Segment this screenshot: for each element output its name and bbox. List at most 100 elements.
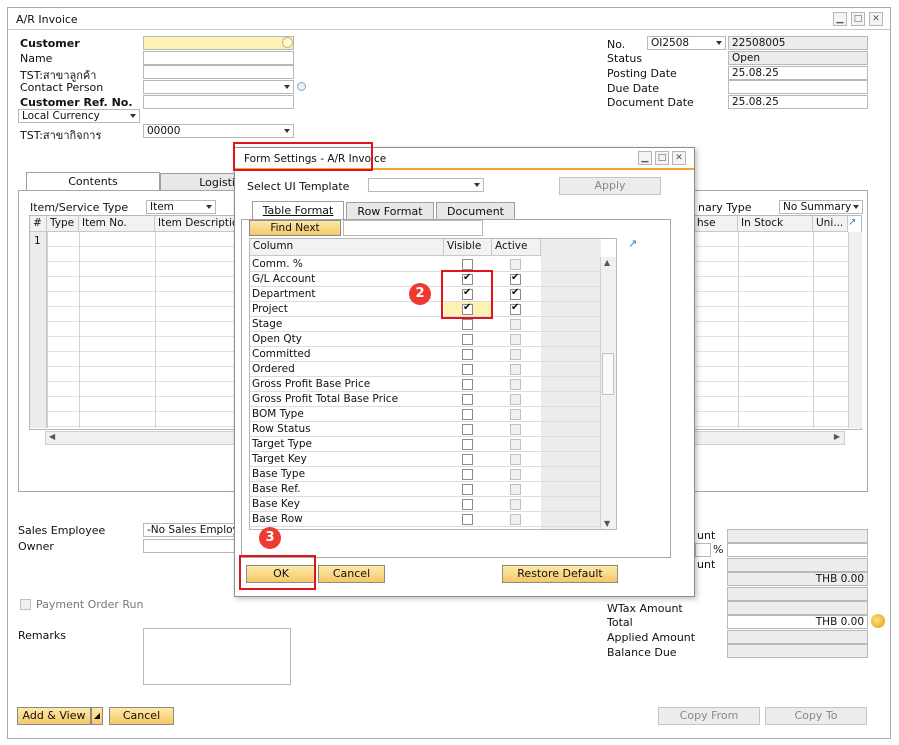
- copy-to-button[interactable]: Copy To: [765, 707, 867, 725]
- choose-from-list-icon[interactable]: [282, 37, 293, 48]
- dialog-minimize-icon[interactable]: ▁: [638, 151, 652, 165]
- column-header-item-description[interactable]: Item Description: [155, 216, 235, 232]
- tab-logistics[interactable]: Logisti: [160, 173, 240, 191]
- active-checkbox[interactable]: [510, 394, 521, 405]
- visible-checkbox[interactable]: [462, 349, 473, 360]
- tab-contents[interactable]: Contents: [26, 172, 160, 191]
- copy-from-button[interactable]: Copy From: [658, 707, 760, 725]
- settings-row[interactable]: Base Type: [250, 467, 614, 482]
- settings-row[interactable]: BOM Type: [250, 407, 614, 422]
- active-checkbox[interactable]: [510, 334, 521, 345]
- active-checkbox[interactable]: [510, 439, 521, 450]
- maximize-icon[interactable]: □: [851, 12, 865, 26]
- series-dropdown[interactable]: OI2508: [647, 36, 726, 50]
- settings-row[interactable]: Gross Profit Base Price: [250, 377, 614, 392]
- owner-field[interactable]: [143, 539, 243, 553]
- visible-checkbox[interactable]: [462, 454, 473, 465]
- column-header-number[interactable]: #: [30, 216, 47, 232]
- column-header-uom[interactable]: Uni...: [813, 216, 848, 232]
- settings-row[interactable]: Stage: [250, 317, 614, 332]
- customer-field[interactable]: [143, 36, 294, 50]
- minimize-icon[interactable]: ▁: [833, 12, 847, 26]
- scroll-left-icon[interactable]: ◀: [49, 432, 55, 441]
- discount-percent-field[interactable]: [695, 543, 711, 557]
- scroll-down-icon[interactable]: ▼: [604, 519, 610, 528]
- active-checkbox[interactable]: [510, 259, 521, 270]
- restore-default-button[interactable]: Restore Default: [502, 565, 618, 583]
- close-icon[interactable]: ✕: [869, 12, 883, 26]
- settings-row[interactable]: Ordered: [250, 362, 614, 377]
- visible-checkbox[interactable]: [462, 484, 473, 495]
- visible-checkbox[interactable]: [462, 364, 473, 375]
- expand-arrow-icon[interactable]: ↗: [848, 217, 856, 228]
- settings-row[interactable]: Row Status: [250, 422, 614, 437]
- settings-row[interactable]: Open Qty: [250, 332, 614, 347]
- table-row[interactable]: 1: [34, 235, 41, 247]
- settings-row[interactable]: Target Type: [250, 437, 614, 452]
- name-field[interactable]: [143, 51, 294, 65]
- active-checkbox[interactable]: [510, 454, 521, 465]
- active-checkbox[interactable]: [510, 379, 521, 390]
- active-checkbox[interactable]: [510, 514, 521, 525]
- visible-checkbox[interactable]: [462, 409, 473, 420]
- settings-row[interactable]: Base Ref.: [250, 482, 614, 497]
- settings-row[interactable]: Comm. %: [250, 257, 614, 272]
- tab-document[interactable]: Document: [436, 202, 515, 220]
- column-header-type[interactable]: Type: [47, 216, 79, 232]
- item-service-type-dropdown[interactable]: Item: [146, 200, 216, 214]
- settings-row[interactable]: Committed: [250, 347, 614, 362]
- visible-checkbox[interactable]: [462, 469, 473, 480]
- apply-button[interactable]: Apply: [559, 177, 661, 195]
- info-icon[interactable]: [297, 82, 306, 91]
- visible-checkbox[interactable]: [462, 259, 473, 270]
- tab-row-format[interactable]: Row Format: [346, 202, 434, 220]
- active-checkbox[interactable]: [510, 364, 521, 375]
- dialog-close-icon[interactable]: ✕: [672, 151, 686, 165]
- settings-scrollbar[interactable]: ▲ ▼: [600, 257, 616, 529]
- scrollbar-thumb[interactable]: [602, 353, 614, 395]
- scroll-up-icon[interactable]: ▲: [604, 258, 610, 267]
- currency-dropdown[interactable]: Local Currency: [18, 109, 140, 123]
- active-checkbox[interactable]: [510, 484, 521, 495]
- discount-amount-field[interactable]: [727, 543, 868, 557]
- active-checkbox[interactable]: [510, 469, 521, 480]
- tab-table-format[interactable]: Table Format: [252, 201, 344, 220]
- visible-checkbox[interactable]: [462, 424, 473, 435]
- active-checkbox[interactable]: [510, 424, 521, 435]
- visible-checkbox[interactable]: [462, 394, 473, 405]
- tst-customer-branch-field[interactable]: [143, 65, 294, 79]
- vertical-scrollbar[interactable]: [848, 232, 862, 428]
- find-field[interactable]: [343, 220, 483, 236]
- active-checkbox[interactable]: [510, 287, 521, 300]
- cancel-button[interactable]: Cancel: [109, 707, 174, 725]
- document-date-field[interactable]: 25.08.25: [728, 95, 868, 109]
- dialog-maximize-icon[interactable]: □: [655, 151, 669, 165]
- settings-row[interactable]: G/L Account: [250, 272, 614, 287]
- column-header-whse[interactable]: hse: [694, 216, 738, 232]
- settings-row[interactable]: Department: [250, 287, 614, 302]
- remarks-textarea[interactable]: [143, 628, 291, 685]
- visible-checkbox[interactable]: [462, 499, 473, 510]
- find-next-button[interactable]: Find Next: [249, 220, 341, 236]
- visible-checkbox[interactable]: [462, 334, 473, 345]
- column-header-in-stock[interactable]: In Stock: [738, 216, 813, 232]
- scroll-right-icon[interactable]: ▶: [834, 432, 840, 441]
- due-date-field[interactable]: [728, 80, 868, 94]
- column-header-item-no[interactable]: Item No.: [79, 216, 155, 232]
- active-checkbox[interactable]: [510, 499, 521, 510]
- active-checkbox[interactable]: [510, 409, 521, 420]
- ui-template-dropdown[interactable]: [368, 178, 484, 192]
- contact-person-dropdown[interactable]: [143, 80, 294, 94]
- settings-row[interactable]: Project: [250, 302, 614, 317]
- document-number-field[interactable]: 22508005: [728, 36, 868, 50]
- visible-checkbox[interactable]: [462, 319, 473, 330]
- active-checkbox[interactable]: [510, 319, 521, 330]
- add-options-arrow-button[interactable]: ◢: [91, 707, 103, 725]
- active-checkbox[interactable]: [510, 302, 521, 315]
- customer-ref-field[interactable]: [143, 95, 294, 109]
- sales-employee-dropdown[interactable]: -No Sales Employee-: [143, 523, 243, 537]
- business-branch-dropdown[interactable]: 00000: [143, 124, 294, 138]
- posting-date-field[interactable]: 25.08.25: [728, 66, 868, 80]
- settings-row[interactable]: Gross Profit Total Base Price: [250, 392, 614, 407]
- active-checkbox[interactable]: [510, 272, 521, 285]
